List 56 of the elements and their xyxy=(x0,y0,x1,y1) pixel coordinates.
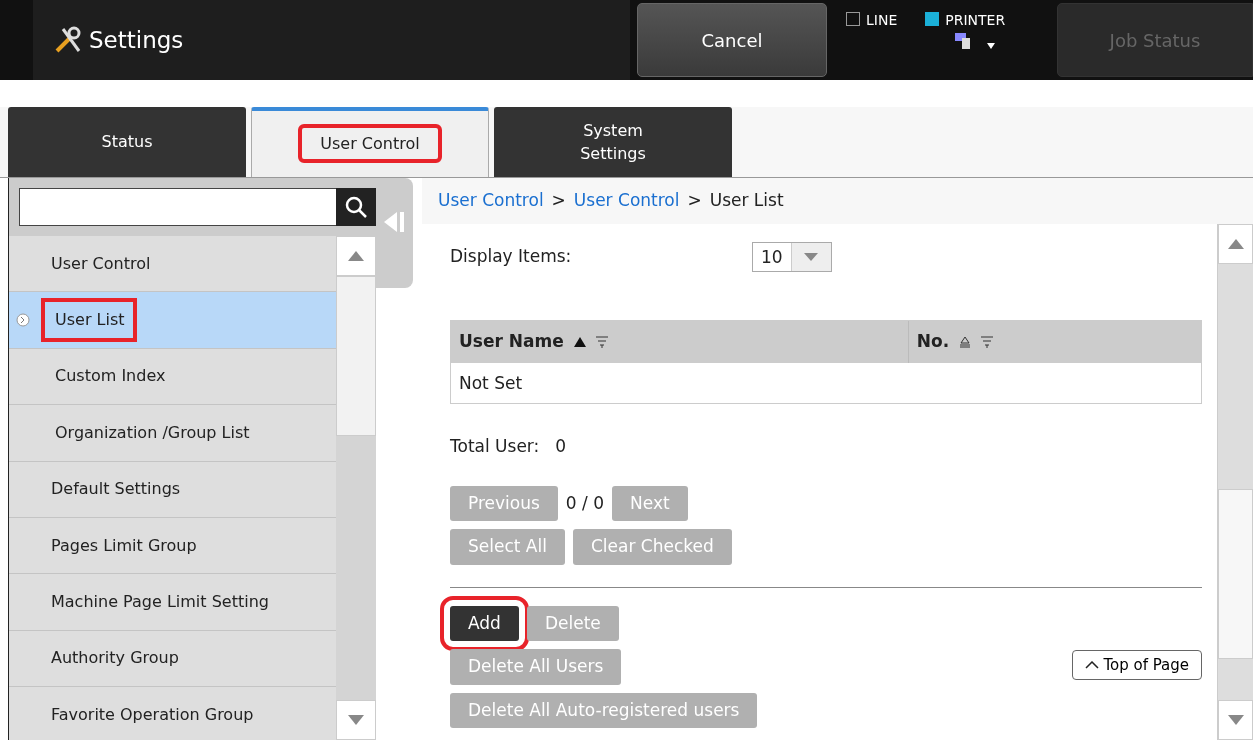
action-button[interactable]: Add xyxy=(450,605,519,641)
filter-icon xyxy=(981,336,994,348)
printer-icon xyxy=(955,31,972,49)
collapse-icon xyxy=(383,210,406,234)
breadcrumb-separator: > xyxy=(551,189,566,213)
cancel-button[interactable]: Cancel xyxy=(637,3,827,77)
up-arrow-icon xyxy=(1227,239,1244,249)
printer-label: PRINTER xyxy=(945,11,1006,30)
down-arrow-icon xyxy=(348,715,364,725)
scrollbar-thumb[interactable] xyxy=(336,276,376,436)
sidebar-item[interactable]: Pages Limit Group xyxy=(9,517,336,575)
tab[interactable]: Status xyxy=(8,107,246,177)
top-of-page-button[interactable]: Top of Page xyxy=(1072,649,1202,680)
column-header[interactable]: No. xyxy=(916,329,950,355)
collapse-handle[interactable] xyxy=(376,178,413,288)
tab[interactable]: System Settings xyxy=(494,107,732,177)
breadcrumb-separator: > xyxy=(687,189,702,213)
line-label: LINE xyxy=(866,11,898,30)
down-arrow-icon xyxy=(1227,715,1244,725)
sidebar-item[interactable]: Machine Page Limit Setting xyxy=(9,574,336,631)
table-cell-text: Not Set xyxy=(458,372,524,395)
field-label: Display Items: xyxy=(450,245,573,269)
printer-checkbox[interactable] xyxy=(925,12,940,26)
sidebar-item[interactable]: Organization /Group List xyxy=(9,405,336,462)
sidebar-item[interactable]: Custom Index xyxy=(9,348,336,406)
search-button[interactable] xyxy=(336,188,376,226)
scroll-down-button[interactable] xyxy=(1218,700,1253,740)
dropdown-icon xyxy=(804,253,819,261)
line-checkbox[interactable] xyxy=(846,12,860,26)
total-label: Total User: xyxy=(450,435,540,458)
tab[interactable]: User Control xyxy=(251,107,489,177)
search-field[interactable] xyxy=(19,188,336,226)
sidebar-item[interactable]: Default Settings xyxy=(9,461,336,518)
search-icon xyxy=(344,195,368,219)
sidebar-item[interactable]: Favorite Operation Group xyxy=(9,687,336,740)
caret-up-icon xyxy=(1085,660,1100,669)
sidebar-item[interactable]: User Control xyxy=(9,236,336,293)
breadcrumb-link[interactable]: User Control xyxy=(438,188,544,214)
chevron-circle-icon xyxy=(16,313,30,328)
scrollbar-thumb[interactable] xyxy=(1218,489,1253,659)
scroll-down-button[interactable] xyxy=(336,700,376,740)
scroll-up-button[interactable] xyxy=(1218,224,1253,264)
scroll-up-button[interactable] xyxy=(336,236,376,276)
sidebar-item[interactable]: Authority Group xyxy=(9,630,336,688)
sidebar-item[interactable]: User List xyxy=(9,292,336,349)
breadcrumb-current: User List xyxy=(709,189,784,213)
page-title: Settings xyxy=(89,25,184,55)
up-arrow-icon xyxy=(348,251,364,261)
display-items-select[interactable]: 10 xyxy=(752,242,832,272)
total-value: 0 xyxy=(555,435,567,458)
breadcrumb-link[interactable]: User Control xyxy=(573,188,680,214)
tools-icon xyxy=(53,25,83,55)
dropdown-icon xyxy=(987,43,996,49)
column-header[interactable]: User Name xyxy=(459,329,564,355)
page-indicator: 0 / 0 xyxy=(565,491,604,515)
filter-icon xyxy=(595,336,608,348)
